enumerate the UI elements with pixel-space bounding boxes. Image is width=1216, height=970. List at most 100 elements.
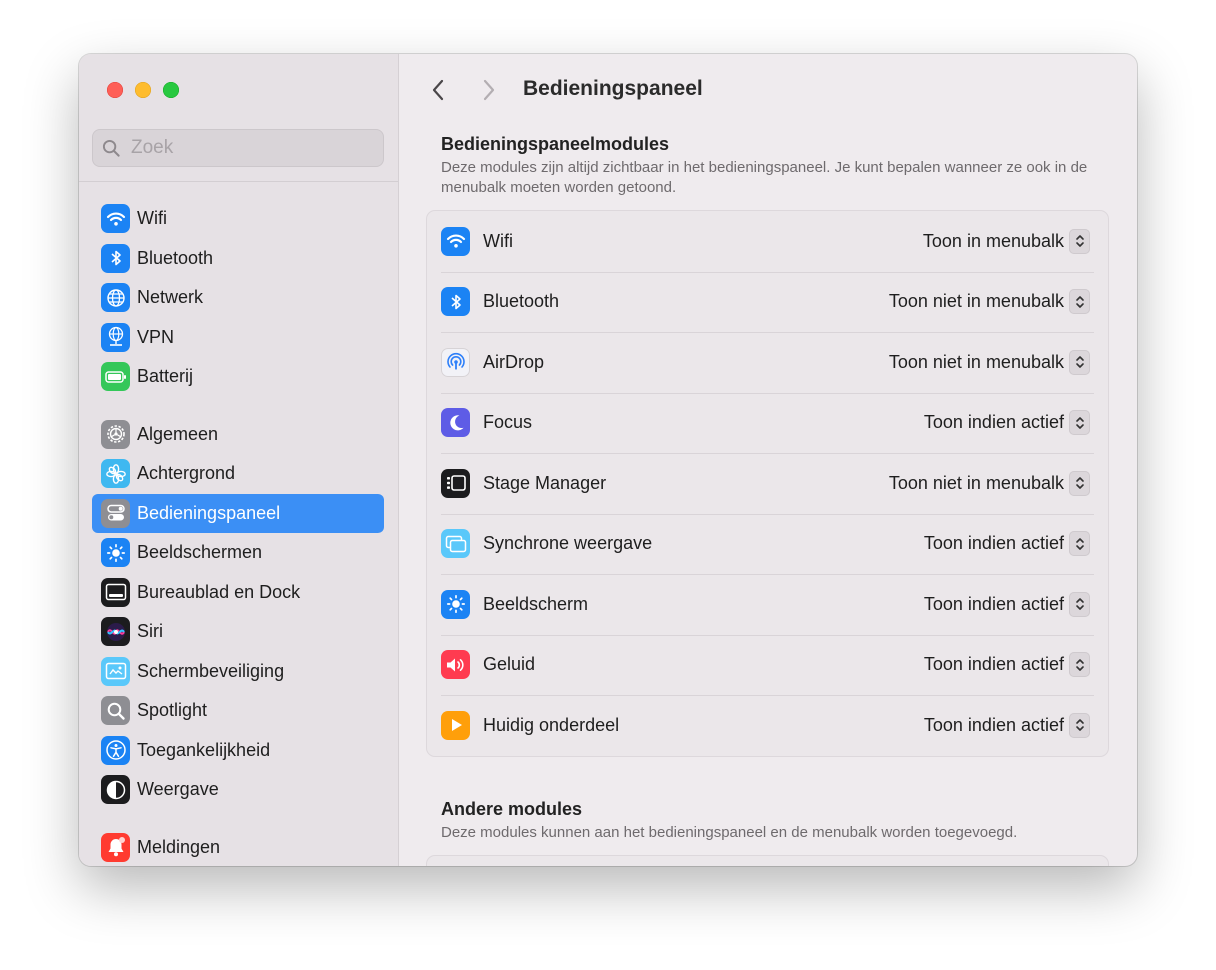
settings-window: Wifi Bluetooth Netwerk VPN Batterij Algemeen A…: [79, 54, 1137, 866]
magnifier-icon: [101, 696, 130, 726]
back-button[interactable]: [427, 78, 449, 102]
window-controls: [107, 82, 179, 98]
menubar-visibility-select[interactable]: Toon niet in menubalk: [888, 289, 1090, 315]
sidebar-item-label: Wifi: [137, 208, 167, 229]
close-window-button[interactable]: [107, 82, 123, 98]
sidebar-item-label: Siri: [137, 621, 163, 642]
select-value: Toon niet in menubalk: [888, 351, 1064, 372]
chevron-left-icon: [432, 79, 444, 101]
sidebar-item-bureaublad-en-dock[interactable]: Bureaublad en Dock: [92, 573, 384, 613]
gear-icon: [101, 419, 130, 449]
menubar-visibility-select[interactable]: Toon niet in menubalk: [888, 349, 1090, 375]
menubar-visibility-select[interactable]: Toon niet in menubalk: [889, 470, 1090, 496]
sidebar-item-toegankelijkheid[interactable]: Toegankelijkheid: [92, 731, 384, 771]
sidebar-item-netwerk[interactable]: Netwerk: [92, 278, 384, 318]
sidebar-item-label: Bluetooth: [137, 247, 214, 268]
section-description-other: Deze modules kunnen aan het bedieningspa…: [441, 824, 1018, 841]
globe-icon: [101, 283, 130, 313]
select-value: Toon indien actief: [923, 412, 1064, 433]
sidebar-item-algemeen[interactable]: Algemeen: [92, 415, 384, 455]
section-title-modules: Bedieningspaneelmodules: [441, 134, 670, 154]
chevron-up-down-icon[interactable]: [1069, 712, 1090, 738]
module-label: Huidig onderdeel: [483, 714, 620, 735]
sidebar-item-label: Spotlight: [137, 700, 208, 721]
module-label: Synchrone weergave: [483, 533, 653, 554]
sidebar-item-label: Toegankelijkheid: [137, 739, 271, 760]
screen-mirroring-icon: [441, 529, 470, 559]
sidebar-item-label: Bureaublad en Dock: [137, 581, 301, 602]
sidebar-item-vpn[interactable]: VPN: [92, 318, 384, 358]
wifi-icon: [441, 226, 470, 256]
sun-icon: [441, 589, 470, 619]
airdrop-icon: [441, 347, 470, 377]
page-title: Bedieningspaneel: [523, 77, 703, 100]
sidebar-item-bedieningspaneel[interactable]: Bedieningspaneel: [92, 493, 384, 533]
select-value: Toon indien actief: [923, 593, 1064, 614]
search-field[interactable]: [92, 129, 384, 167]
sidebar-item-meldingen[interactable]: Meldingen: [92, 828, 384, 867]
sidebar-item-wifi[interactable]: Wifi: [92, 199, 384, 239]
sidebar-item-label: Bedieningspaneel: [137, 502, 281, 523]
sidebar-item-label: Batterij: [137, 366, 194, 387]
zoom-window-button[interactable]: [163, 82, 179, 98]
battery-icon: [101, 362, 130, 392]
chevron-up-down-icon[interactable]: [1069, 531, 1090, 557]
menubar-visibility-select[interactable]: Toon indien actief: [923, 591, 1090, 617]
bluetooth-icon: [441, 287, 470, 317]
sidebar: Wifi Bluetooth Netwerk VPN Batterij Algemeen A…: [79, 54, 399, 866]
select-value: Toon indien actief: [923, 654, 1064, 675]
forward-button[interactable]: [478, 78, 500, 102]
chevron-up-down-icon[interactable]: [1069, 470, 1090, 496]
minimize-window-button[interactable]: [135, 82, 151, 98]
sidebar-item-label: Algemeen: [137, 423, 219, 444]
module-label: Wifi: [483, 230, 513, 251]
stage-manager-icon: [441, 468, 470, 498]
menubar-visibility-select[interactable]: Toon indien actief: [923, 531, 1090, 557]
siri-icon: [101, 617, 130, 647]
module-row-beeldscherm: Beeldscherm Toon indien actief: [427, 574, 1108, 635]
sidebar-item-schermbeveiliging[interactable]: Schermbeveiliging: [92, 652, 384, 692]
sidebar-item-label: Schermbeveiliging: [137, 660, 285, 681]
chevron-up-down-icon[interactable]: [1069, 591, 1090, 617]
module-row-focus: Focus Toon indien actief: [427, 392, 1108, 454]
module-label: AirDrop: [483, 351, 545, 372]
search-input[interactable]: [129, 136, 373, 160]
menubar-visibility-select[interactable]: Toon indien actief: [924, 712, 1090, 738]
other-modules-list: [427, 856, 1108, 866]
sidebar-item-achtergrond[interactable]: Achtergrond: [92, 454, 384, 494]
bluetooth-icon: [101, 243, 130, 273]
module-label: Stage Manager: [483, 472, 607, 493]
sidebar-item-bluetooth[interactable]: Bluetooth: [92, 239, 384, 279]
module-row-wifi: Wifi Toon in menubalk: [427, 211, 1108, 272]
toggles-icon: [101, 498, 130, 528]
sidebar-item-spotlight[interactable]: Spotlight: [92, 691, 384, 731]
sun-icon: [101, 538, 130, 568]
select-value: Toon niet in menubalk: [888, 291, 1064, 312]
chevron-up-down-icon[interactable]: [1069, 652, 1090, 678]
menubar-visibility-select[interactable]: Toon indien actief: [923, 652, 1090, 678]
vpn-globe-icon: [101, 322, 130, 352]
select-value: Toon indien actief: [923, 533, 1064, 554]
module-label: Focus: [483, 412, 533, 433]
chevron-up-down-icon[interactable]: [1069, 410, 1090, 436]
sidebar-item-label: Achtergrond: [137, 463, 236, 484]
sidebar-item-beeldschermen[interactable]: Beeldschermen: [92, 533, 384, 573]
bell-icon: [101, 832, 130, 862]
chevron-up-down-icon[interactable]: [1069, 289, 1090, 315]
sidebar-item-label: Netwerk: [137, 287, 204, 308]
accessibility-icon: [101, 735, 130, 765]
menubar-visibility-select[interactable]: Toon in menubalk: [923, 228, 1090, 254]
sidebar-item-batterij[interactable]: Batterij: [92, 357, 384, 397]
module-row-bluetooth: Bluetooth Toon niet in menubalk: [427, 271, 1108, 333]
sidebar-item-siri[interactable]: Siri: [92, 612, 384, 652]
section-title-other: Andere modules: [441, 799, 583, 819]
play-icon: [441, 710, 470, 740]
chevron-up-down-icon[interactable]: [1069, 349, 1090, 375]
menubar-visibility-select[interactable]: Toon indien actief: [923, 410, 1090, 436]
sidebar-item-label: Beeldschermen: [137, 542, 263, 563]
module-row-geluid: Geluid Toon indien actief: [427, 634, 1108, 696]
sidebar-item-weergave[interactable]: Weergave: [92, 770, 384, 810]
main-panel: Bedieningspaneel Bedieningspaneelmodules…: [399, 54, 1137, 866]
chevron-up-down-icon[interactable]: [1069, 228, 1090, 254]
